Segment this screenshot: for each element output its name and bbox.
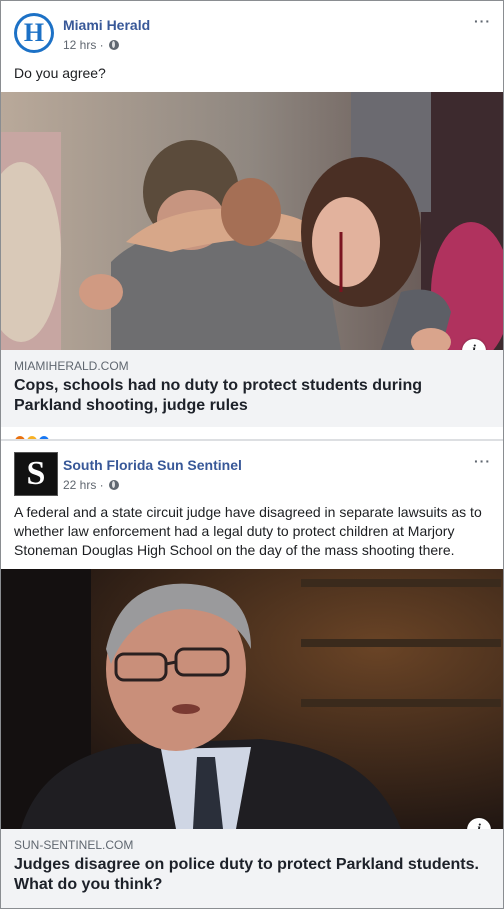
post-photo[interactable]: [1, 569, 503, 829]
feed-post-sun-sentinel: S South Florida Sun Sentinel 22 hrs · ··…: [1, 441, 503, 908]
post-timestamp[interactable]: 22 hrs ·: [63, 478, 104, 492]
portrait-photo: [1, 569, 503, 829]
link-preview[interactable]: SUN-SENTINEL.COM Judges disagree on poli…: [1, 829, 503, 908]
feed-post-miami-herald: H Miami Herald 12 hrs · ··· Do you agree…: [1, 1, 503, 446]
page-avatar[interactable]: H: [14, 13, 54, 53]
post-meta: 12 hrs ·: [63, 38, 119, 52]
post-meta: 22 hrs ·: [63, 478, 119, 492]
more-options-icon[interactable]: ···: [474, 13, 491, 29]
post-caption: Do you agree?: [14, 65, 106, 81]
post-photo[interactable]: [1, 92, 503, 350]
link-preview[interactable]: MIAMIHERALD.COM Cops, schools had no dut…: [1, 350, 503, 427]
post-header: H Miami Herald 12 hrs · ···: [1, 1, 503, 61]
globe-icon: [108, 480, 119, 490]
link-domain: MIAMIHERALD.COM: [14, 359, 129, 373]
link-title[interactable]: Judges disagree on police duty to protec…: [14, 855, 494, 895]
page-name-link[interactable]: South Florida Sun Sentinel: [63, 457, 242, 473]
page-name-link[interactable]: Miami Herald: [63, 17, 150, 33]
post-caption: A federal and a state circuit judge have…: [14, 504, 482, 558]
link-title[interactable]: Cops, schools had no duty to protect stu…: [14, 376, 494, 416]
post-timestamp[interactable]: 12 hrs ·: [63, 38, 104, 52]
more-options-icon[interactable]: ···: [474, 453, 491, 469]
link-domain: SUN-SENTINEL.COM: [14, 838, 134, 852]
news-feed: H Miami Herald 12 hrs · ··· Do you agree…: [0, 0, 504, 909]
page-avatar[interactable]: S: [14, 452, 58, 496]
post-header: S South Florida Sun Sentinel 22 hrs · ··…: [1, 441, 503, 501]
globe-icon: [108, 40, 119, 50]
embrace-photo: [1, 92, 503, 350]
